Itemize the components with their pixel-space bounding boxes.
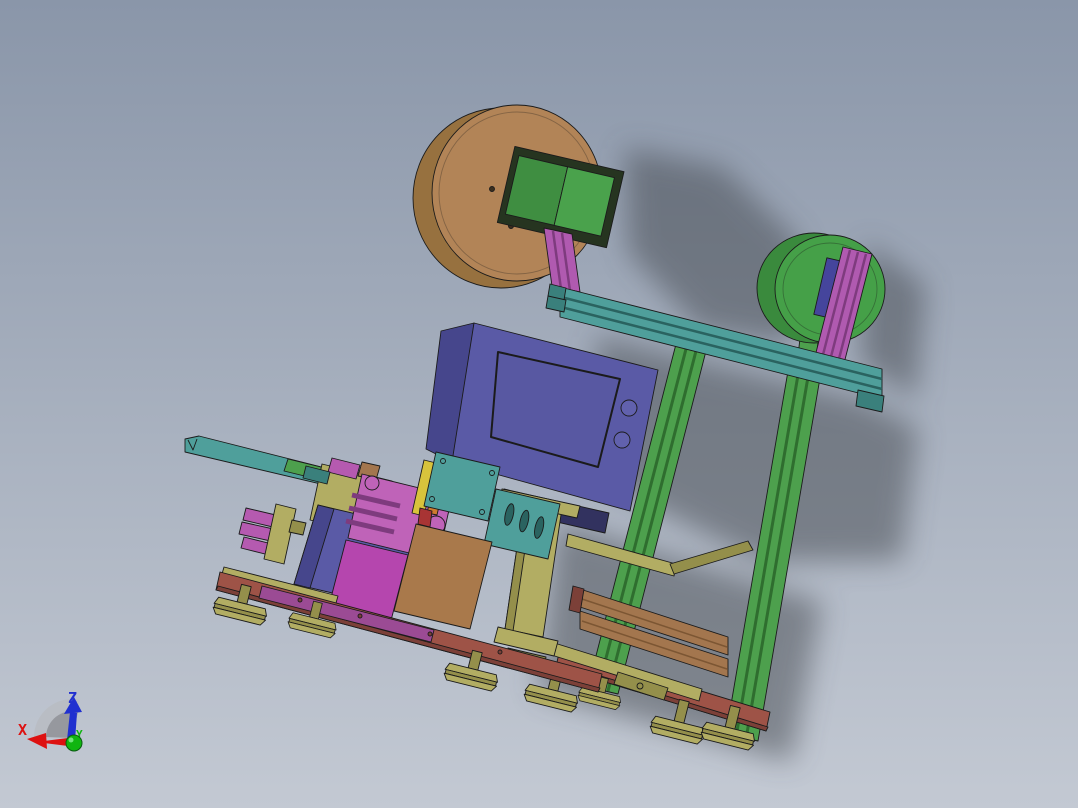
reel-hole (489, 186, 495, 192)
red-sliver (417, 507, 433, 528)
triad-z-label: Z (68, 689, 77, 707)
finger-bracket-block (288, 519, 307, 536)
triad-y-ball-highlight (68, 737, 74, 743)
base-bolt (497, 649, 503, 655)
base-bolt (297, 597, 303, 603)
panel-button-top[interactable] (620, 399, 638, 417)
triad-y-ball (65, 734, 83, 752)
triad-x-label: X (18, 721, 27, 739)
base-bolt (427, 631, 433, 637)
gripper-boss-top (364, 475, 380, 491)
panel-button-bottom[interactable] (613, 431, 631, 449)
base-bolt (357, 613, 363, 619)
cad-viewport[interactable]: Y X Z (0, 0, 1078, 808)
